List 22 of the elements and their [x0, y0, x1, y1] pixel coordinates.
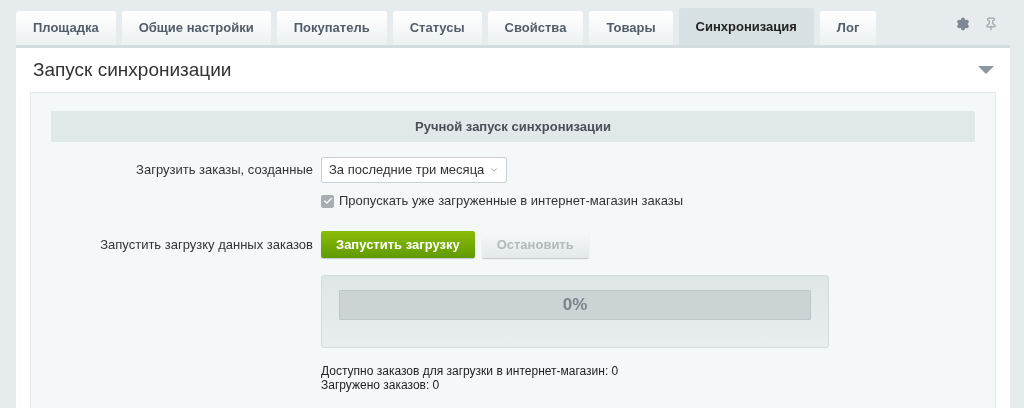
- checkbox[interactable]: [321, 194, 334, 208]
- tab[interactable]: Общие настройки: [121, 11, 271, 45]
- stats-line: Загружено заказов: 0: [321, 378, 441, 392]
- tab[interactable]: Статусы: [392, 11, 482, 45]
- skip-checkbox[interactable]: Пропускать уже загруженные в интернет-магазин заказы: [321, 193, 975, 209]
- settings-icon[interactable]: [956, 17, 970, 31]
- progress-reading: 0%: [562, 294, 588, 317]
- form-heading: Ручной запуск синхронизации: [51, 111, 975, 142]
- chevron-down-icon: [489, 165, 499, 175]
- field-label: Загрузить заказы, созданные: [135, 161, 313, 180]
- field-label: Запустить загрузку данных заказов: [99, 235, 313, 254]
- tab[interactable]: Площадка: [16, 11, 116, 45]
- tab[interactable]: Свойства: [487, 11, 584, 45]
- collapse-toggle[interactable]: [978, 66, 994, 74]
- tab[interactable]: Покупатель: [276, 11, 387, 45]
- section-title: Запуск синхронизации: [33, 57, 232, 82]
- pin-icon[interactable]: [984, 17, 998, 31]
- period-select[interactable]: За последние три месяца: [321, 157, 507, 183]
- stats-line: Доступно заказов для загрузки в интернет-магазин: 0: [321, 364, 620, 378]
- tab[interactable]: Синхронизация: [678, 8, 814, 45]
- tab[interactable]: Товары: [589, 11, 673, 45]
- tab[interactable]: Лог: [819, 11, 877, 45]
